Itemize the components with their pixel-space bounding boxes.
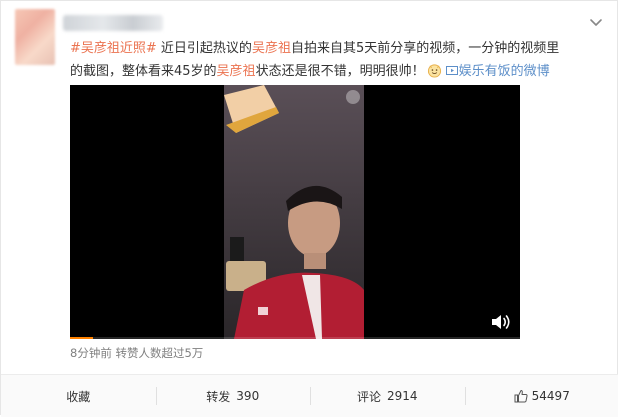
post-text-segment: 近日引起热议的 xyxy=(157,41,252,56)
comment-button[interactable]: 评论 2914 xyxy=(310,375,465,417)
favorite-button[interactable]: 收藏 xyxy=(1,375,156,417)
video-player[interactable] xyxy=(70,85,520,339)
repost-count: 390 xyxy=(236,389,259,403)
favorite-label: 收藏 xyxy=(66,388,90,405)
repost-button[interactable]: 转发 390 xyxy=(156,375,311,417)
like-button[interactable]: 54497 xyxy=(465,375,618,417)
avatar[interactable] xyxy=(15,9,55,65)
weibo-post-card: #吴彦祖近照# 近日引起热议的吴彦祖自拍来自其5天前分享的视频，一分钟的视频里的… xyxy=(0,0,618,415)
repost-label: 转发 xyxy=(206,388,230,405)
speaker-icon[interactable] xyxy=(490,313,512,331)
action-bar: 收藏 转发 390 评论 2914 54497 xyxy=(1,374,618,417)
post-text-segment: 状态还是很不错，明明很帅！ xyxy=(256,64,425,79)
repost-like-note: 转赞人数超过5万 xyxy=(115,346,203,360)
video-frame xyxy=(224,85,364,339)
hashtag-link[interactable]: #吴彦祖近照# xyxy=(70,41,157,56)
emoji-smile-icon xyxy=(427,63,442,78)
keyword-link[interactable]: 吴彦祖 xyxy=(252,41,291,56)
post-time[interactable]: 8分钟前 xyxy=(70,346,112,360)
camera-indicator xyxy=(346,90,360,104)
username-blurred[interactable] xyxy=(63,15,163,31)
video-progress-fill xyxy=(70,337,93,339)
video-link-icon xyxy=(446,65,458,76)
comment-label: 评论 xyxy=(357,388,381,405)
video-thumbnail xyxy=(224,85,364,339)
keyword-link[interactable]: 吴彦祖 xyxy=(217,64,256,79)
post-meta: 8分钟前 转赞人数超过5万 xyxy=(70,345,203,361)
like-count: 54497 xyxy=(532,389,570,403)
comment-count: 2914 xyxy=(387,389,418,403)
thumbs-up-icon xyxy=(514,389,528,403)
chevron-down-icon[interactable] xyxy=(589,15,603,29)
video-progress-bar[interactable] xyxy=(70,337,520,339)
